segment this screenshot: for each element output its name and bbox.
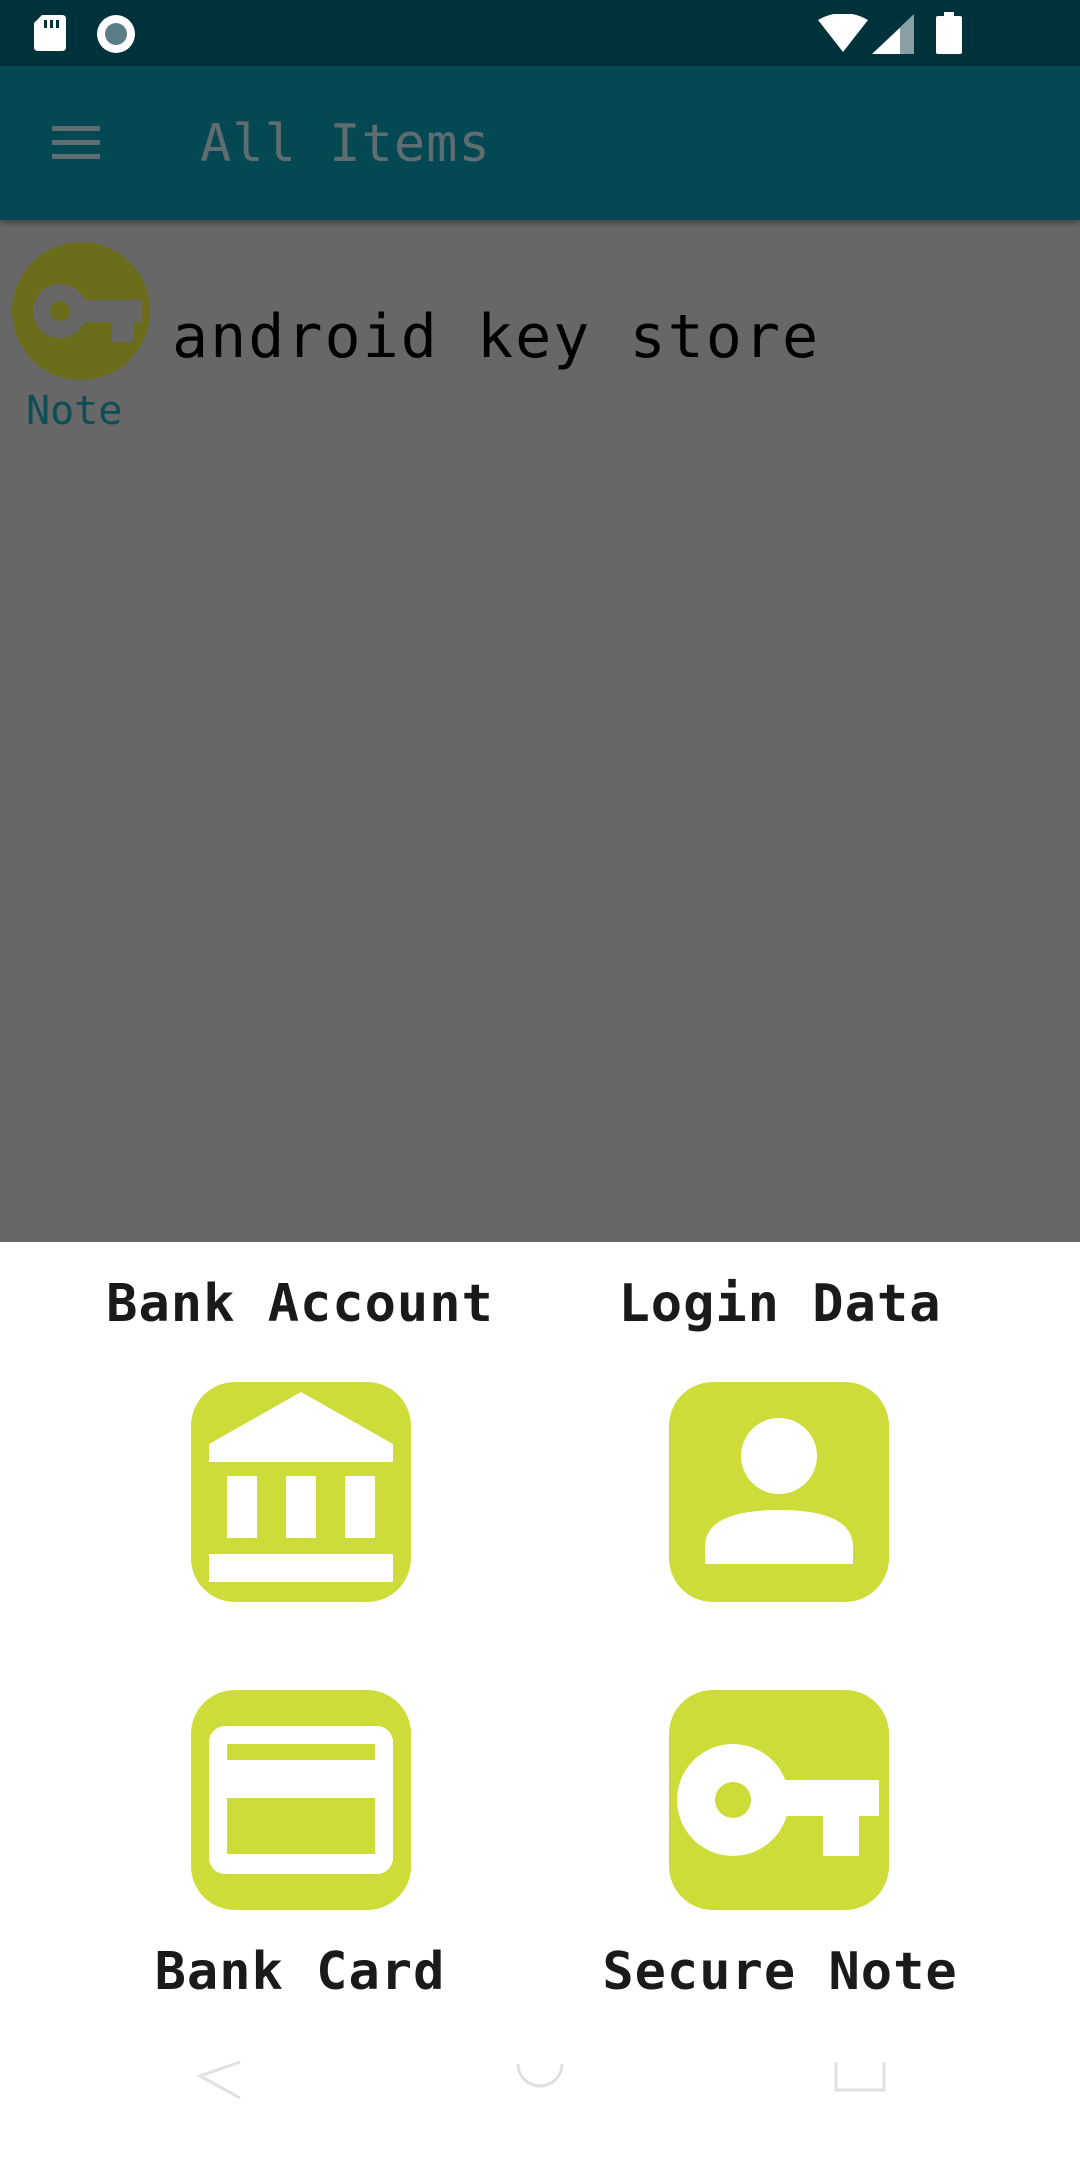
bank-account-button[interactable] <box>191 1382 411 1602</box>
credit-card-icon <box>209 1726 393 1874</box>
key-icon <box>33 284 142 342</box>
bank-card-button[interactable] <box>191 1690 411 1910</box>
home-icon[interactable] <box>510 2060 570 2100</box>
status-bar <box>0 0 1080 66</box>
secure-note-button[interactable] <box>669 1690 889 1910</box>
bank-account-label: Bank Account <box>106 1274 494 1334</box>
menu-icon[interactable] <box>46 118 106 168</box>
wifi-icon <box>818 14 868 52</box>
bank-card-label: Bank Card <box>154 1942 446 2002</box>
item-title: android key store <box>172 302 821 372</box>
item-type-label: Note <box>26 388 123 434</box>
page-title: All Items <box>200 114 491 174</box>
secure-note-label: Secure Note <box>602 1942 958 2002</box>
cellular-signal-icon <box>872 14 914 54</box>
login-data-button[interactable] <box>669 1382 889 1602</box>
item-avatar <box>12 242 150 380</box>
add-item-sheet: Bank Account Login Data Bank Card Secure… <box>0 1242 1080 2160</box>
sd-card-icon <box>34 15 66 51</box>
navigation-bar <box>0 2060 1080 2160</box>
battery-icon <box>936 12 962 54</box>
record-icon <box>97 15 135 53</box>
app-toolbar: All Items <box>0 66 1080 220</box>
key-icon <box>677 1744 879 1856</box>
login-data-label: Login Data <box>618 1274 942 1334</box>
back-icon[interactable] <box>196 2060 256 2100</box>
bank-icon <box>209 1392 393 1582</box>
recents-icon[interactable] <box>830 2060 890 2100</box>
person-icon <box>705 1418 853 1564</box>
